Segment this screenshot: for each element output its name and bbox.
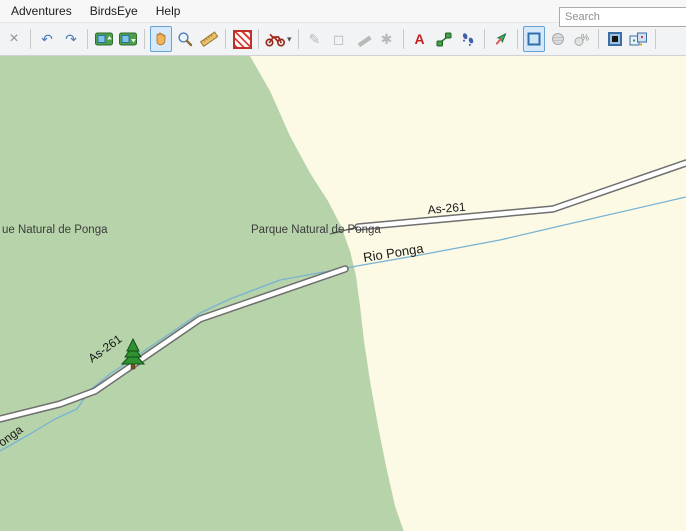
menu-adventures[interactable]: Adventures — [2, 1, 81, 21]
draw-tool-icon[interactable]: ✎ — [304, 26, 326, 52]
toolbar-separator — [225, 29, 226, 49]
toolbar-separator — [258, 29, 259, 49]
measure-ruler-icon[interactable] — [198, 26, 220, 52]
map-label: Parque Natural de Ponga — [251, 224, 381, 236]
toolbar-separator — [517, 29, 518, 49]
activity-profile-motorcycle-icon[interactable]: ▾ — [264, 26, 293, 52]
menu-birdseye[interactable]: BirdsEye — [81, 1, 147, 21]
new-track-footprints-icon[interactable] — [457, 26, 479, 52]
svg-text:%: % — [581, 32, 589, 42]
toolbar-separator — [298, 29, 299, 49]
select-area-tool-icon[interactable]: ◻ — [328, 26, 350, 52]
toolbar-separator — [484, 29, 485, 49]
center-map-icon[interactable] — [604, 26, 626, 52]
zoom-tool-icon[interactable] — [174, 26, 196, 52]
eraser-tool-icon[interactable]: ▬ — [352, 26, 374, 52]
map-canvas[interactable]: ue Natural de Ponga Parque Natural de Pon… — [0, 56, 686, 531]
toolbar-separator — [144, 29, 145, 49]
toolbar-separator — [598, 29, 599, 49]
map-products-icon[interactable] — [628, 26, 650, 52]
map-label: ue Natural de Ponga — [2, 224, 108, 236]
hand-tool-icon[interactable] — [150, 26, 172, 52]
toolbar-separator — [30, 29, 31, 49]
send-to-device-icon[interactable] — [93, 26, 115, 52]
dart-icon[interactable] — [490, 26, 512, 52]
basecamp-window: Adventures BirdsEye Help × ↶ ↷ — [0, 0, 686, 531]
profile-dropdown-arrow-icon[interactable]: ▾ — [287, 34, 292, 45]
hatched-area-icon[interactable] — [231, 26, 253, 52]
tools-cluster-icon[interactable]: ✱ — [376, 26, 398, 52]
map-view: ue Natural de Ponga Parque Natural de Pon… — [0, 56, 686, 531]
undo-icon[interactable]: ↶ — [36, 26, 58, 52]
new-route-icon[interactable] — [433, 26, 455, 52]
toolbar-separator — [655, 29, 656, 49]
toolbar: × ↶ ↷ ▾ ✎ ◻ ▬ ✱ A — [0, 22, 686, 56]
receive-from-device-icon[interactable] — [117, 26, 139, 52]
toolbar-separator — [403, 29, 404, 49]
toolbar-separator — [87, 29, 88, 49]
redo-icon[interactable]: ↷ — [60, 26, 82, 52]
percent-globe-icon[interactable]: % — [571, 26, 593, 52]
search-input[interactable] — [559, 7, 686, 27]
delete-icon[interactable]: × — [3, 26, 25, 52]
menu-help[interactable]: Help — [147, 1, 190, 21]
birdseye-imagery-icon[interactable] — [523, 26, 545, 52]
new-waypoint-icon[interactable]: A — [409, 26, 431, 52]
globe-icon[interactable] — [547, 26, 569, 52]
